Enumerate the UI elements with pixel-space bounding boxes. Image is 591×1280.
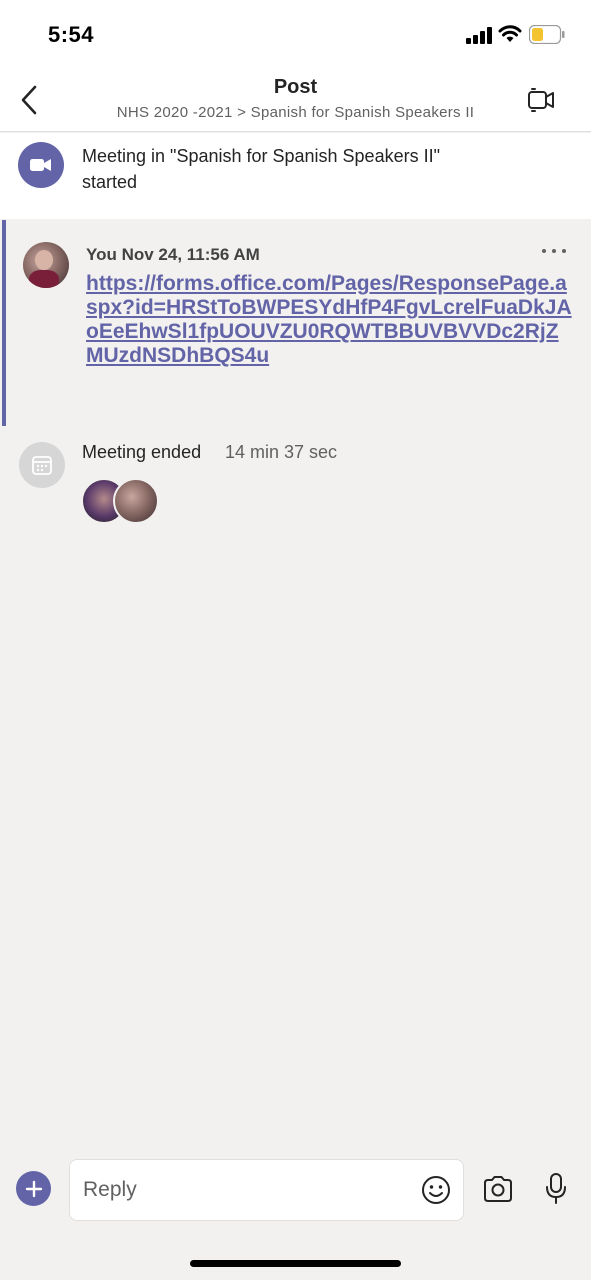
meet-now-button[interactable]	[525, 84, 557, 116]
meeting-ended-row: Meeting ended 14 min 37 sec	[0, 438, 591, 538]
camera-icon[interactable]	[482, 1174, 514, 1204]
battery-icon	[529, 25, 565, 44]
home-indicator	[190, 1260, 401, 1267]
own-message-accent	[2, 220, 6, 426]
reply-box	[69, 1159, 464, 1221]
avatar[interactable]	[23, 242, 69, 288]
meeting-started-text: Meeting in "Spanish for Spanish Speakers…	[82, 146, 440, 192]
reply-input[interactable]	[83, 1178, 403, 1202]
message-post[interactable]: You Nov 24, 11:56 AM https://forms.offic…	[0, 220, 591, 426]
message-meta: You Nov 24, 11:56 AM	[86, 245, 260, 264]
participant-avatar[interactable]	[113, 478, 159, 524]
meeting-started-banner[interactable]: Meeting in "Spanish for Spanish Speakers…	[0, 133, 591, 219]
status-bar: 5:54	[0, 0, 591, 66]
participants-list[interactable]	[81, 478, 161, 526]
reply-bar	[0, 1150, 591, 1230]
video-meeting-icon	[528, 88, 554, 112]
meeting-duration: 14 min 37 sec	[225, 442, 338, 462]
signal-icon	[466, 26, 494, 44]
more-options-icon[interactable]	[542, 244, 566, 258]
add-button[interactable]	[16, 1171, 51, 1206]
meeting-ended-label: Meeting ended	[82, 442, 202, 462]
microphone-icon[interactable]	[544, 1172, 568, 1206]
nav-bar: Post NHS 2020 -2021 > Spanish for Spanis…	[0, 66, 591, 132]
status-time: 5:54	[48, 22, 95, 47]
calendar-icon	[19, 442, 65, 488]
emoji-icon[interactable]	[420, 1174, 452, 1206]
video-camera-icon	[18, 142, 64, 188]
breadcrumb: NHS 2020 -2021 > Spanish for Spanish Spe…	[116, 104, 475, 121]
wifi-icon	[498, 25, 522, 42]
page-title: Post	[273, 76, 318, 98]
message-link[interactable]: https://forms.office.com/Pages/ResponseP…	[86, 272, 576, 368]
plus-icon	[25, 1180, 42, 1197]
